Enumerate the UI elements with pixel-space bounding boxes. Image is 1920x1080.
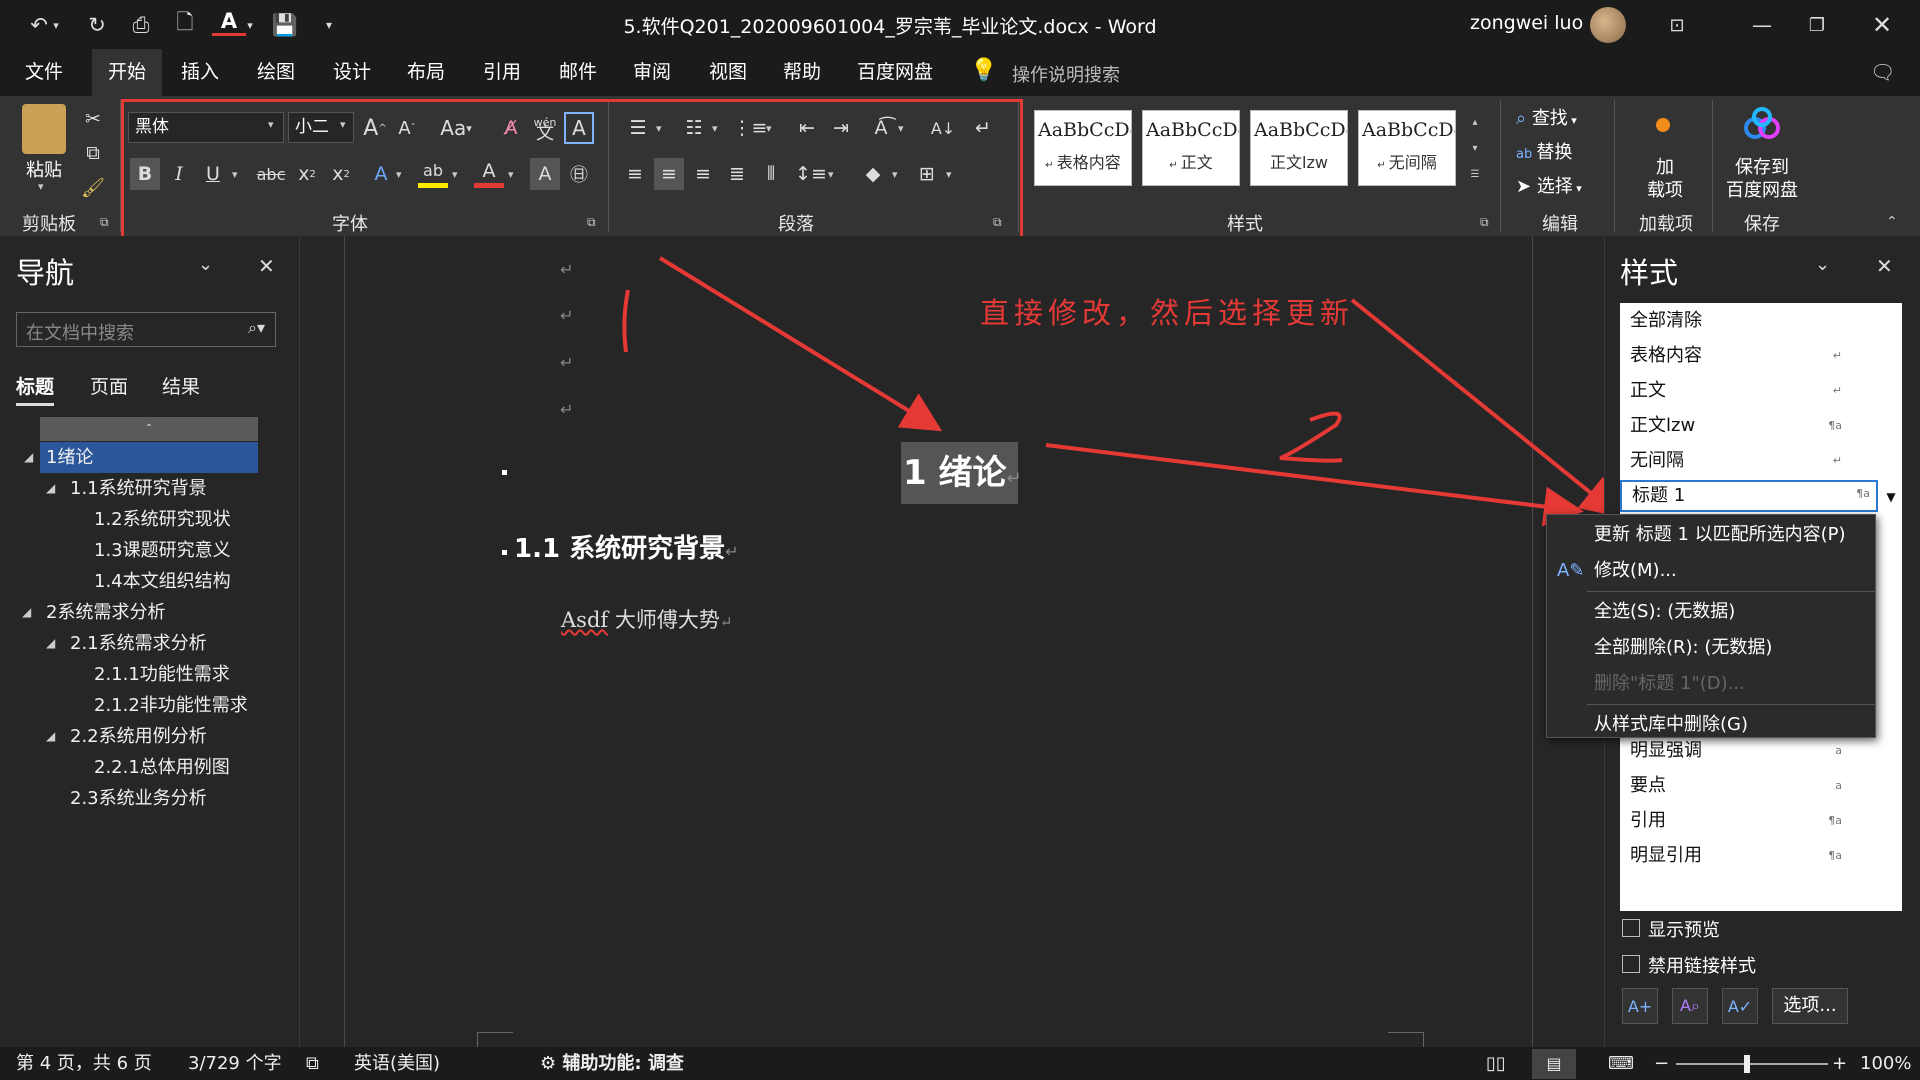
- style-type-mark: ↵: [1832, 384, 1842, 397]
- menu-item-label: 更新 标题 1 以匹配所选内容(P): [1594, 524, 1846, 545]
- remove-all-menu-item[interactable]: 全部删除(R): (无数据): [1547, 630, 1875, 666]
- menu-item-label: 全部删除(R): (无数据): [1594, 637, 1773, 658]
- style-item-label: 要点: [1630, 775, 1666, 796]
- style-type-mark: ¶a: [1828, 849, 1842, 862]
- style-item[interactable]: 明显引用 ¶a: [1620, 838, 1902, 873]
- web-layout-icon[interactable]: ⌨: [1608, 1047, 1634, 1080]
- zoom-level[interactable]: 100%: [1860, 1047, 1911, 1080]
- style-item-label: 正文: [1630, 380, 1666, 401]
- show-preview-label: 显示预览: [1648, 920, 1720, 941]
- modify-style-menu-item[interactable]: A✎ 修改(M)...: [1547, 553, 1875, 589]
- modify-style-icon: A✎: [1557, 560, 1585, 581]
- options-button[interactable]: 选项...: [1772, 988, 1848, 1024]
- zoom-slider-thumb[interactable]: [1744, 1055, 1750, 1073]
- menu-item-label: 从样式库中删除(G): [1594, 714, 1748, 735]
- show-preview-checkbox[interactable]: [1622, 919, 1640, 937]
- print-layout-icon[interactable]: ▤: [1532, 1049, 1576, 1079]
- style-item-label: 无间隔: [1630, 450, 1684, 471]
- style-item-label: 引用: [1630, 810, 1666, 831]
- language-status[interactable]: 英语(美国): [354, 1047, 440, 1080]
- menu-item-label: 全选(S): (无数据): [1594, 601, 1736, 622]
- style-item[interactable]: 无间隔 ↵: [1620, 443, 1902, 478]
- zoom-slider[interactable]: [1676, 1063, 1828, 1065]
- disable-linked-styles-label: 禁用链接样式: [1648, 956, 1756, 977]
- style-item[interactable]: 要点 a: [1620, 768, 1902, 803]
- style-item-label: 表格内容: [1630, 345, 1702, 366]
- style-context-menu: 更新 标题 1 以匹配所选内容(P) A✎ 修改(M)... 全选(S): (无数…: [1546, 514, 1876, 738]
- style-item-label: 明显强调: [1630, 740, 1702, 761]
- style-item-partial: [1620, 873, 1902, 887]
- style-item[interactable]: 全部清除: [1620, 303, 1902, 338]
- accessibility-icon: ⚙: [540, 1053, 563, 1074]
- page-count[interactable]: 第 4 页，共 6 页: [16, 1047, 152, 1080]
- style-type-mark: ↵: [1832, 454, 1842, 467]
- update-style-menu-item[interactable]: 更新 标题 1 以匹配所选内容(P): [1547, 517, 1875, 553]
- menu-item-label: 修改(M)...: [1594, 560, 1677, 581]
- style-item[interactable]: 正文 ↵: [1620, 373, 1902, 408]
- style-type-mark: ¶a: [1828, 419, 1842, 432]
- style-type-mark: ↵: [1832, 349, 1842, 362]
- style-item-label: 明显引用: [1630, 845, 1702, 866]
- accessibility-label: 辅助功能: 调查: [562, 1053, 684, 1074]
- menu-item-label: 删除"标题 1"(D)...: [1594, 673, 1745, 694]
- annotation-text: 直接修改，然后选择更新: [980, 296, 1355, 330]
- style-item-label: 标题 1: [1632, 485, 1686, 506]
- style-item-heading-1[interactable]: 标题 1 ¶a: [1620, 480, 1878, 512]
- word-count[interactable]: 3/729 个字: [188, 1047, 282, 1080]
- menu-separator: [1587, 704, 1875, 705]
- accessibility-status[interactable]: ⚙ 辅助功能: 调查: [540, 1047, 684, 1080]
- style-item-dropdown-icon[interactable]: ▼: [1880, 483, 1902, 511]
- style-item[interactable]: 引用 ¶a: [1620, 803, 1902, 838]
- read-mode-icon[interactable]: ⧉: [306, 1047, 319, 1080]
- chevron-down-icon[interactable]: ⌄: [1815, 254, 1830, 275]
- new-style-icon[interactable]: A+: [1622, 988, 1658, 1024]
- menu-separator: [1587, 591, 1875, 592]
- read-view-icon[interactable]: ▯▯: [1486, 1047, 1506, 1080]
- style-inspector-icon[interactable]: A⌕: [1672, 988, 1708, 1024]
- style-item-label: 全部清除: [1630, 310, 1702, 331]
- disable-linked-styles-checkbox[interactable]: [1622, 955, 1640, 973]
- delete-style-menu-item: 删除"标题 1"(D)...: [1547, 666, 1875, 702]
- zoom-in-icon[interactable]: +: [1832, 1047, 1847, 1080]
- style-item-label: 正文lzw: [1630, 415, 1696, 436]
- style-type-mark: a: [1835, 779, 1842, 792]
- remove-from-gallery-menu-item[interactable]: 从样式库中删除(G): [1547, 707, 1875, 743]
- zoom-out-icon[interactable]: −: [1654, 1047, 1669, 1080]
- styles-pane-title: 样式: [1620, 256, 1679, 290]
- close-icon[interactable]: ✕: [1876, 254, 1893, 278]
- style-item[interactable]: 正文lzw ¶a: [1620, 408, 1902, 443]
- manage-styles-icon[interactable]: A✓: [1722, 988, 1758, 1024]
- style-item[interactable]: 表格内容 ↵: [1620, 338, 1902, 373]
- style-type-mark: ¶a: [1828, 814, 1842, 827]
- select-all-menu-item[interactable]: 全选(S): (无数据): [1547, 594, 1875, 630]
